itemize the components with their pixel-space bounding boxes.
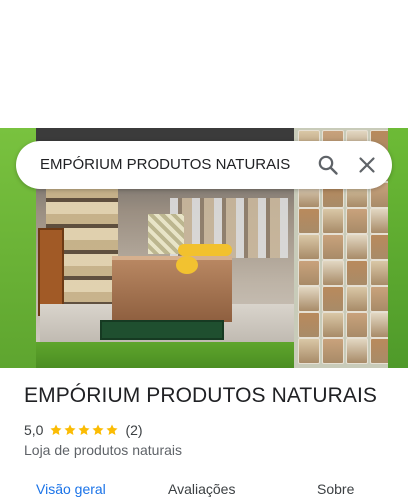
product-bag bbox=[322, 286, 344, 312]
photo-bananas bbox=[178, 244, 232, 256]
product-bag bbox=[346, 234, 368, 260]
tab-about[interactable]: Sobre bbox=[317, 481, 354, 497]
star-icon bbox=[78, 424, 91, 435]
tab-reviews[interactable]: Avaliações bbox=[168, 481, 235, 497]
product-bag bbox=[322, 338, 344, 364]
place-category[interactable]: Loja de produtos naturais bbox=[24, 442, 182, 458]
close-icon[interactable] bbox=[355, 153, 379, 177]
search-input[interactable]: EMPÓRIUM PRODUTOS NATURAIS bbox=[40, 141, 290, 189]
product-bag bbox=[298, 208, 320, 234]
search-icon[interactable] bbox=[316, 153, 340, 177]
top-blank-area bbox=[0, 0, 408, 128]
photo-door bbox=[38, 228, 64, 316]
star-icon bbox=[64, 424, 77, 435]
photo-doormat bbox=[100, 320, 224, 340]
photo-counter bbox=[112, 256, 232, 322]
product-bag bbox=[346, 286, 368, 312]
product-bag bbox=[298, 312, 320, 338]
rating-row[interactable]: 5,0 (2) bbox=[24, 421, 143, 439]
star-rating bbox=[49, 423, 119, 437]
tab-bar: Visão geral Avaliações Sobre bbox=[0, 476, 408, 498]
product-bag bbox=[298, 260, 320, 286]
star-icon bbox=[92, 424, 105, 435]
product-bag bbox=[322, 234, 344, 260]
product-bag bbox=[346, 338, 368, 364]
photo-lintel bbox=[36, 128, 298, 142]
tab-overview[interactable]: Visão geral bbox=[36, 481, 106, 497]
product-bag bbox=[322, 208, 344, 234]
product-bag bbox=[298, 338, 320, 364]
photo-counter-sign bbox=[176, 256, 198, 274]
product-bag bbox=[298, 234, 320, 260]
search-box[interactable]: EMPÓRIUM PRODUTOS NATURAIS bbox=[16, 141, 392, 189]
product-bag bbox=[298, 286, 320, 312]
star-icon bbox=[106, 424, 119, 435]
product-bag bbox=[322, 312, 344, 338]
rating-value: 5,0 bbox=[24, 422, 44, 438]
product-bag bbox=[346, 312, 368, 338]
review-count[interactable]: (2) bbox=[125, 422, 142, 438]
place-title: EMPÓRIUM PRODUTOS NATURAIS bbox=[24, 384, 378, 407]
product-bag bbox=[346, 208, 368, 234]
star-icon bbox=[50, 424, 63, 435]
photo-step bbox=[36, 342, 298, 368]
product-bag bbox=[346, 260, 368, 286]
product-bag bbox=[322, 260, 344, 286]
